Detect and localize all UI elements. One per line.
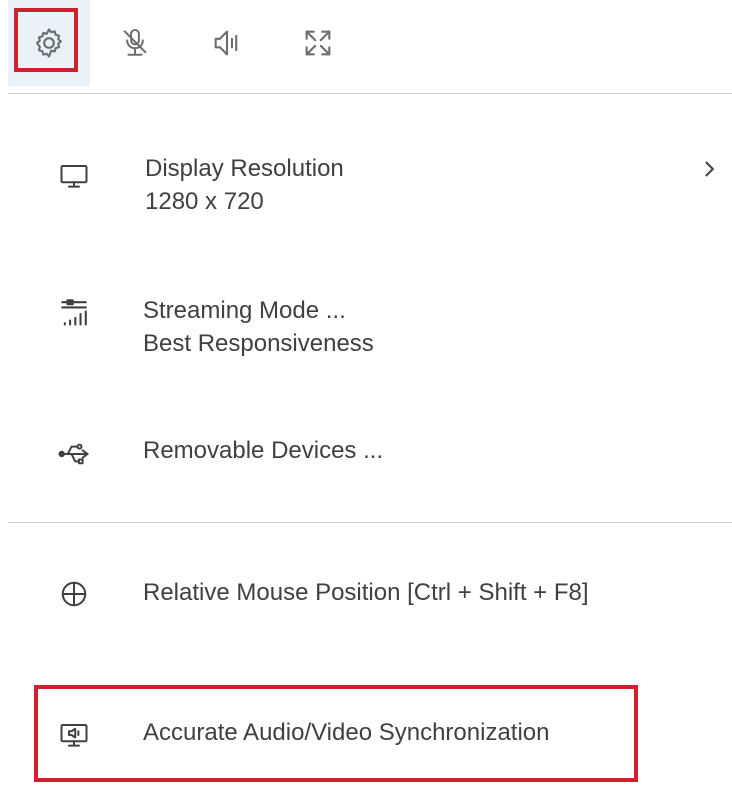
microphone-muted-icon — [123, 28, 147, 56]
settings-highlight-box — [14, 8, 78, 72]
display-resolution-item[interactable]: Display Resolution 1280 x 720 — [0, 152, 732, 222]
display-resolution-value: 1280 x 720 — [145, 188, 264, 215]
volume-button[interactable] — [196, 8, 258, 78]
crosshair-icon — [52, 572, 96, 616]
fullscreen-button[interactable] — [287, 8, 349, 78]
relative-mouse-item[interactable]: Relative Mouse Position [Ctrl + Shift + … — [0, 576, 732, 616]
toolbar — [0, 0, 732, 94]
speaker-icon — [214, 30, 238, 56]
expand-icon — [305, 30, 331, 56]
chevron-right-icon — [702, 160, 716, 183]
streaming-mode-value: Best Responsiveness — [143, 330, 374, 357]
toolbar-divider — [8, 93, 732, 94]
av-sync-highlight-box — [34, 685, 638, 782]
relative-mouse-label: Relative Mouse Position [Ctrl + Shift + … — [143, 579, 589, 606]
signal-sliders-icon — [52, 292, 96, 336]
display-resolution-label: Display Resolution — [145, 155, 344, 182]
usb-icon — [52, 432, 96, 476]
monitor-icon — [52, 154, 96, 198]
removable-devices-item[interactable]: Removable Devices ... — [0, 434, 732, 474]
streaming-mode-label: Streaming Mode ... — [143, 297, 346, 324]
microphone-button[interactable] — [104, 8, 166, 78]
streaming-mode-item[interactable]: Streaming Mode ... Best Responsiveness — [0, 294, 732, 364]
removable-devices-label: Removable Devices ... — [143, 437, 384, 464]
section-divider — [8, 522, 732, 523]
